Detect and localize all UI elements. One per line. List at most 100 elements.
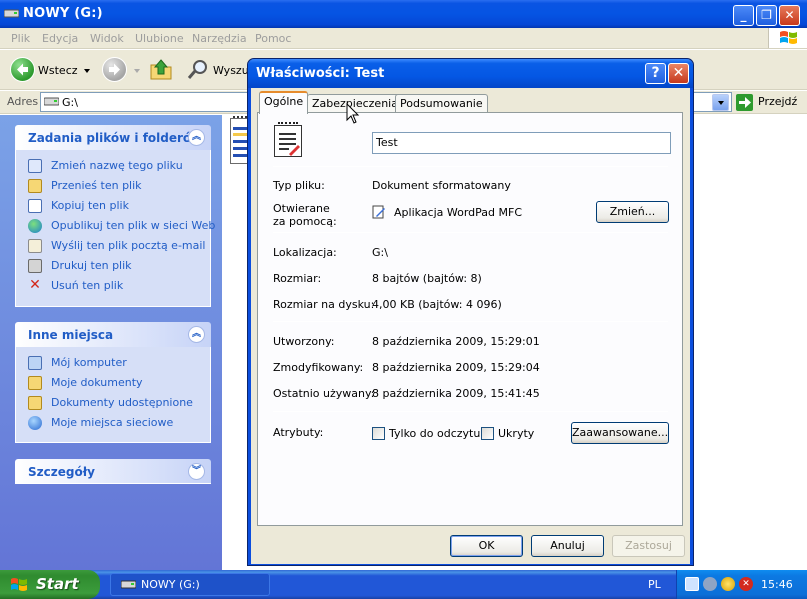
file-tasks-body: Zmień nazwę tego pliku Przenieś ten plik… xyxy=(15,150,215,307)
close-icon: ✕ xyxy=(784,8,795,22)
size-value: 8 bajtów (bajtów: 8) xyxy=(372,272,482,285)
dialog-close-button[interactable]: ✕ xyxy=(668,63,689,84)
disk-size-value: 4,00 KB (bajtów: 4 096) xyxy=(372,298,502,311)
forward-arrow-icon xyxy=(109,63,120,76)
alert-icon[interactable]: ✕ xyxy=(739,577,753,591)
explorer-titlebar[interactable]: NOWY (G:) _ ❐ ✕ xyxy=(0,0,807,28)
move-icon xyxy=(28,179,42,193)
restore-button[interactable]: ❐ xyxy=(756,5,777,26)
task-label[interactable]: Wyślij ten plik pocztą e-mail xyxy=(51,239,206,252)
pen-icon xyxy=(289,145,300,156)
language-indicator[interactable]: PL xyxy=(648,578,661,591)
rename-icon xyxy=(28,159,42,173)
folder-icon xyxy=(28,396,42,410)
other-places-title: Inne miejsca xyxy=(28,328,114,342)
computer-icon xyxy=(28,356,42,370)
go-label[interactable]: Przejdź xyxy=(758,95,797,108)
other-places-header[interactable]: Inne miejsca ︽ xyxy=(15,322,211,347)
address-label: Adres xyxy=(7,95,39,108)
file-name-field[interactable]: Test xyxy=(372,132,671,154)
forward-button[interactable] xyxy=(102,57,127,82)
hidden-label[interactable]: Ukryty xyxy=(498,427,534,440)
modified-value: 8 października 2009, 15:29:04 xyxy=(372,361,540,374)
minimize-button[interactable]: _ xyxy=(733,5,754,26)
go-button[interactable] xyxy=(736,94,753,111)
file-line xyxy=(233,147,247,150)
folder-up-icon[interactable] xyxy=(149,57,173,81)
hidden-checkbox[interactable] xyxy=(481,427,494,440)
expand-icon[interactable]: ︾ xyxy=(188,463,205,480)
dialog-title: Właściwości: Test xyxy=(256,66,385,81)
separator xyxy=(273,166,668,167)
menu-pomoc[interactable]: Pomoc xyxy=(255,32,291,45)
collapse-icon[interactable]: ︽ xyxy=(188,129,205,146)
task-label[interactable]: Kopiuj ten plik xyxy=(51,199,129,212)
readonly-checkbox[interactable] xyxy=(372,427,385,440)
back-dropdown-icon[interactable] xyxy=(84,69,90,73)
place-label[interactable]: Moje miejsca sieciowe xyxy=(51,416,173,429)
dialog-titlebar[interactable]: Właściwości: Test ? ✕ xyxy=(248,59,693,88)
back-button[interactable] xyxy=(10,57,35,82)
document-line xyxy=(279,133,296,135)
back-label[interactable]: Wstecz xyxy=(38,64,78,77)
address-dropdown-button[interactable] xyxy=(712,94,729,111)
modified-label: Zmodyfikowany: xyxy=(273,361,364,374)
task-label[interactable]: Opublikuj ten plik w sieci Web xyxy=(51,219,215,232)
document-line xyxy=(279,138,296,140)
change-button[interactable]: Zmień... xyxy=(596,201,669,223)
task-label[interactable]: Zmień nazwę tego pliku xyxy=(51,159,183,172)
cancel-button[interactable]: Anuluj xyxy=(531,535,604,557)
apply-button[interactable]: Zastosuj xyxy=(612,535,685,557)
advanced-button[interactable]: Zaawansowane... xyxy=(571,422,669,444)
task-label[interactable]: Drukuj ten plik xyxy=(51,259,132,272)
security-shield-icon[interactable] xyxy=(721,577,735,591)
tab-general[interactable]: Ogólne xyxy=(259,91,309,114)
help-button[interactable]: ? xyxy=(645,63,666,84)
drive-icon xyxy=(44,97,59,106)
close-button[interactable]: ✕ xyxy=(779,5,800,26)
task-pane: Zadania plików i folderów ︽ Zmień nazwę … xyxy=(0,115,222,570)
notebook-spiral xyxy=(278,122,298,128)
details-panel: Szczegóły ︾ xyxy=(15,459,211,484)
task-label[interactable]: Przenieś ten plik xyxy=(51,179,142,192)
file-tasks-header[interactable]: Zadania plików i folderów ︽ xyxy=(15,125,211,150)
readonly-label[interactable]: Tylko do odczytu xyxy=(389,427,480,440)
properties-dialog: Właściwości: Test ? ✕ Ogólne Zabezpiecze… xyxy=(247,58,694,566)
opens-with-value: Aplikacja WordPad MFC xyxy=(394,206,523,219)
taskbar-window-label: NOWY (G:) xyxy=(141,578,200,591)
chevron-down-icon xyxy=(718,101,724,105)
tab-summary[interactable]: Podsumowanie xyxy=(395,94,488,112)
place-label[interactable]: Moje dokumenty xyxy=(51,376,143,389)
file-tasks-panel: Zadania plików i folderów ︽ Zmień nazwę … xyxy=(15,125,215,307)
ok-button[interactable]: OK xyxy=(450,535,523,557)
notebook-spiral xyxy=(233,116,247,122)
network-tray-icon[interactable] xyxy=(685,577,699,591)
size-label: Rozmiar: xyxy=(273,272,322,285)
accessed-label: Ostatnio używany: xyxy=(273,387,375,400)
speaker-tray-icon[interactable] xyxy=(703,577,717,591)
system-tray: ✕ 15:46 xyxy=(676,570,807,599)
copy-icon xyxy=(28,199,42,213)
network-icon xyxy=(28,416,42,430)
minimize-icon: _ xyxy=(740,8,747,22)
other-places-panel: Inne miejsca ︽ Mój komputer Moje dokumen… xyxy=(15,322,211,443)
search-icon[interactable] xyxy=(186,58,210,82)
task-label[interactable]: Usuń ten plik xyxy=(51,279,123,292)
start-button[interactable]: Start xyxy=(0,570,100,599)
folder-icon xyxy=(28,376,42,390)
opens-with-label-1: Otwierane xyxy=(273,202,330,215)
place-label[interactable]: Mój komputer xyxy=(51,356,127,369)
menu-ulubione[interactable]: Ulubione xyxy=(135,32,184,45)
accessed-value: 8 października 2009, 15:41:45 xyxy=(372,387,540,400)
forward-dropdown-icon[interactable] xyxy=(134,69,140,73)
menu-plik[interactable]: Plik xyxy=(11,32,30,45)
menu-edycja[interactable]: Edycja xyxy=(42,32,78,45)
taskbar-window-button[interactable]: NOWY (G:) xyxy=(110,573,270,596)
menu-narzedzia[interactable]: Narzędzia xyxy=(192,32,247,45)
collapse-icon[interactable]: ︽ xyxy=(188,326,205,343)
menu-widok[interactable]: Widok xyxy=(90,32,124,45)
place-label[interactable]: Dokumenty udostępnione xyxy=(51,396,193,409)
file-line xyxy=(233,154,247,157)
details-header[interactable]: Szczegóły ︾ xyxy=(15,459,211,484)
drive-icon xyxy=(4,9,19,18)
